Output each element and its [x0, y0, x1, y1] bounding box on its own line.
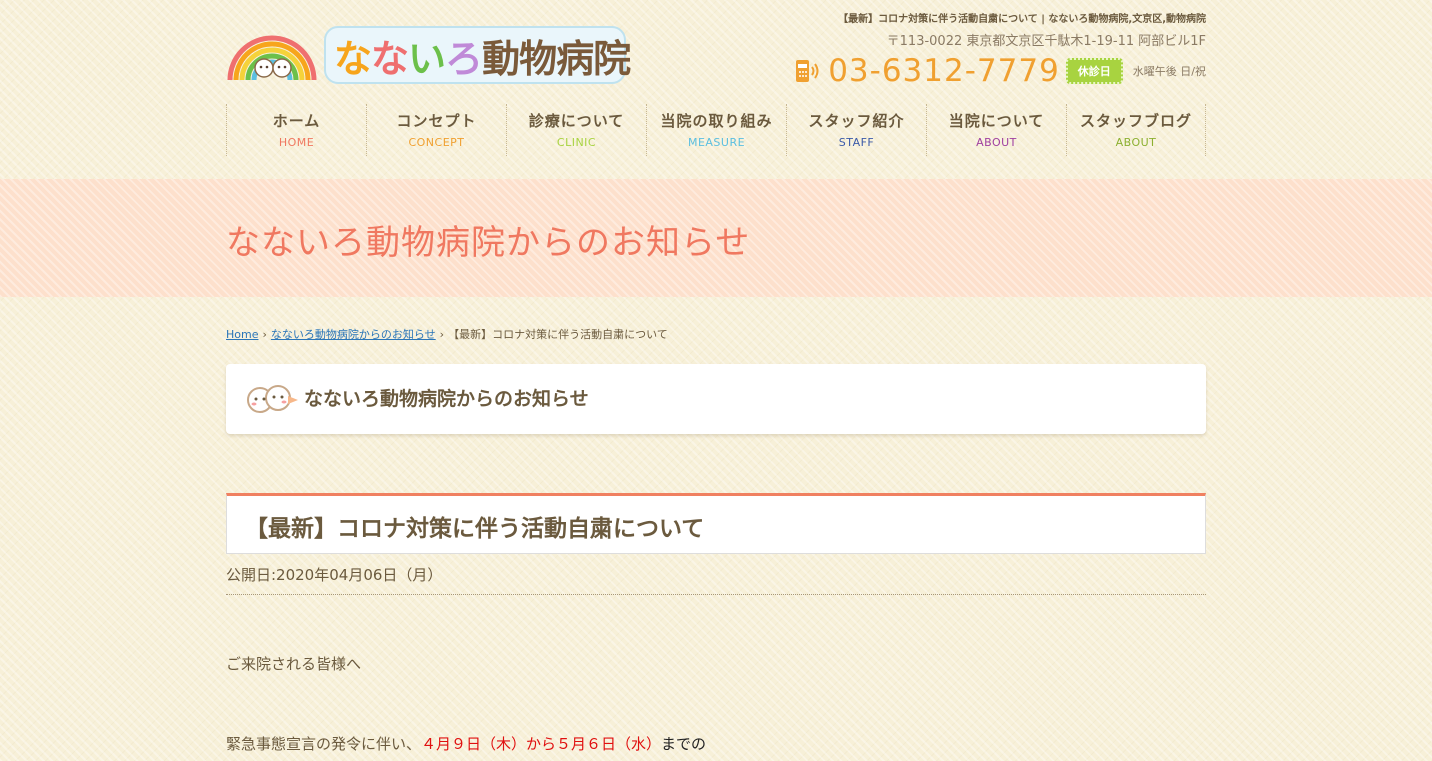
logo-char: な: [371, 36, 409, 81]
page-banner: なないろ動物病院からのお知らせ: [0, 179, 1432, 297]
article-title: 【最新】コロナ対策に伴う活動自粛について: [245, 516, 705, 542]
logo-char: 院: [593, 36, 631, 81]
article-paragraph: 緊急事態宣言の発令に伴い、４月９日（木）から５月６日（水）までの: [226, 733, 706, 754]
nav-concept[interactable]: コンセプト CONCEPT: [366, 104, 506, 156]
nav-sublabel: MEASURE: [687, 136, 746, 149]
breadcrumb-current: 【最新】コロナ対策に伴う活動自粛について: [448, 328, 668, 341]
site-header: なないろ動物病院 【最新】コロナ対策に伴う活動自粛について | なないろ動物病院…: [226, 0, 1206, 100]
nav-sublabel: ABOUT: [1115, 136, 1157, 149]
nav-staff[interactable]: スタッフ紹介 STAFF: [786, 104, 926, 156]
breadcrumb-separator: ›: [262, 328, 267, 341]
nav-label: スタッフ紹介: [808, 112, 905, 130]
paw-friends-icon: [247, 385, 298, 413]
logo-char: 物: [519, 36, 557, 81]
paragraph-text: 緊急事態宣言の発令に伴い、: [226, 735, 422, 753]
phone-icon: [796, 60, 819, 82]
nav-home[interactable]: ホーム HOME: [226, 104, 366, 156]
breadcrumb-parent-link[interactable]: なないろ動物病院からのお知らせ: [271, 328, 436, 341]
publish-date: 公開日:2020年04月06日（月）: [226, 566, 443, 584]
nav-label: 当院の取り組み: [660, 112, 773, 130]
logo-char: い: [408, 36, 446, 81]
paragraph-text: までの: [661, 735, 707, 753]
nav-label: スタッフブログ: [1079, 112, 1192, 130]
phone-number[interactable]: 03-6312-7779: [828, 53, 1060, 89]
logo-rainbow-icon[interactable]: [226, 26, 318, 80]
logo-text[interactable]: なないろ動物病院: [324, 26, 631, 84]
nav-label: コンセプト: [396, 112, 477, 130]
nav-sublabel: HOME: [278, 136, 315, 149]
divider: [226, 594, 1206, 595]
breadcrumb-separator: ›: [439, 328, 445, 341]
nav-staff-blog[interactable]: スタッフブログ ABOUT: [1066, 104, 1206, 156]
nav-label: ホーム: [272, 112, 321, 130]
nav-sublabel: CONCEPT: [408, 136, 465, 149]
nav-clinic[interactable]: 診療について CLINIC: [506, 104, 646, 156]
logo-char: 病: [556, 36, 594, 81]
nav-sublabel: CLINIC: [556, 136, 597, 149]
nav-label: 当院について: [948, 112, 1045, 130]
nav-label: 診療について: [528, 112, 625, 130]
header-address: 〒113-0022 東京都文京区千駄木1-19-11 阿部ビル1F: [886, 34, 1206, 49]
nav-sublabel: STAFF: [838, 136, 875, 149]
page-title: なないろ動物病院からのお知らせ: [226, 223, 751, 263]
main-nav: ホーム HOME コンセプト CONCEPT 診療について CLINIC 当院の…: [226, 104, 1206, 156]
article-header: 【最新】コロナ対策に伴う活動自粛について: [226, 493, 1206, 554]
article-paragraph: ご来院される皆様へ: [226, 655, 362, 673]
holiday-badge: 休診日: [1065, 58, 1123, 84]
breadcrumb: Home › なないろ動物病院からのお知らせ › 【最新】コロナ対策に伴う活動自粛につい…: [226, 326, 668, 342]
header-tagline: 【最新】コロナ対策に伴う活動自粛について | なないろ動物病院,文京区,動物病院: [838, 14, 1206, 25]
breadcrumb-home-link[interactable]: Home: [226, 328, 258, 341]
nav-sublabel: ABOUT: [976, 136, 1017, 149]
logo-char: な: [334, 36, 372, 81]
highlighted-dates: ４月９日（木）から５月６日（水）: [421, 735, 662, 753]
logo-char: 動: [482, 36, 520, 81]
nav-measure[interactable]: 当院の取り組み MEASURE: [646, 104, 786, 156]
section-title: なないろ動物病院からのお知らせ: [304, 388, 589, 410]
nav-about[interactable]: 当院について ABOUT: [926, 104, 1066, 156]
section-heading-box: なないろ動物病院からのお知らせ: [226, 364, 1206, 434]
logo-char: ろ: [445, 36, 483, 81]
holiday-text: 水曜午後 日/祝: [1132, 65, 1206, 78]
